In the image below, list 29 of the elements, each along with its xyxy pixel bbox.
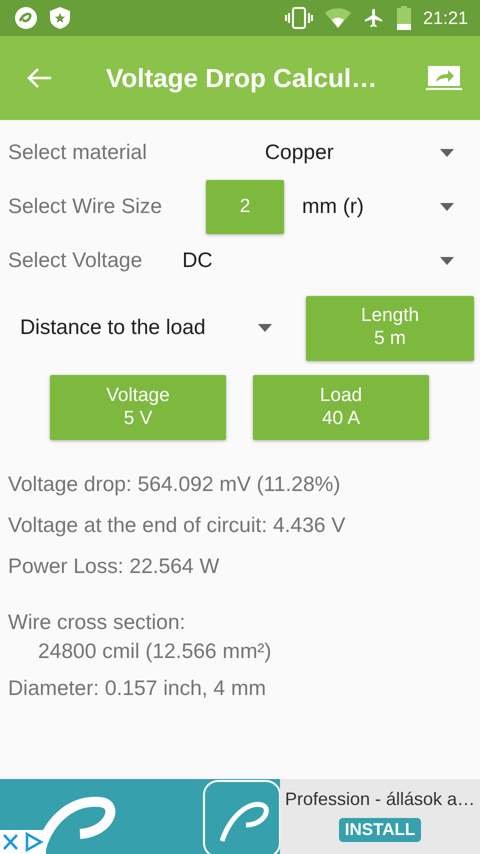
dropdown-caret-icon: [258, 324, 272, 332]
result-text: 24800 cmil (12.566 mm²): [37, 638, 272, 664]
battery-icon: [396, 6, 411, 30]
result-text: Wire cross section:: [8, 610, 186, 635]
back-arrow-icon[interactable]: [26, 67, 52, 89]
app-icon: [14, 6, 38, 30]
selector-label: Select Wire Size: [8, 195, 162, 219]
status-time: 21:21: [422, 8, 468, 28]
unit-dropdown[interactable]: mm (r): [302, 195, 480, 219]
distance-dropdown[interactable]: Distance to the load: [20, 316, 272, 340]
wifi-icon: [324, 8, 351, 28]
result-text: Voltage drop: 564.092 mV (11.28%): [8, 472, 340, 498]
ad-title[interactable]: Profession - állások a…: [284, 789, 476, 810]
selector-label: Select material: [8, 141, 147, 165]
dropdown[interactable]: Copper: [264, 141, 480, 165]
dropdown[interactable]: DC: [182, 249, 480, 273]
dropdown-caret-icon: [440, 257, 454, 265]
dropdown-caret-icon: [440, 149, 454, 157]
share-icon[interactable]: [426, 65, 462, 91]
result-text: Diameter: 0.157 inch, 4 mm: [8, 676, 266, 702]
airplane-icon: [362, 7, 385, 29]
ad-choices-icon[interactable]: [0, 830, 46, 854]
selector-label: Select Voltage: [8, 249, 142, 273]
result-text: Power Loss: 22.564 W: [8, 554, 220, 580]
dropdown-caret-icon: [440, 203, 454, 211]
app-title: Voltage Drop Calcul…: [106, 62, 378, 94]
result-text: Voltage at the end of circuit: 4.436 V: [8, 512, 346, 538]
shield-icon: [50, 7, 70, 29]
vibrate-icon: [284, 7, 313, 29]
